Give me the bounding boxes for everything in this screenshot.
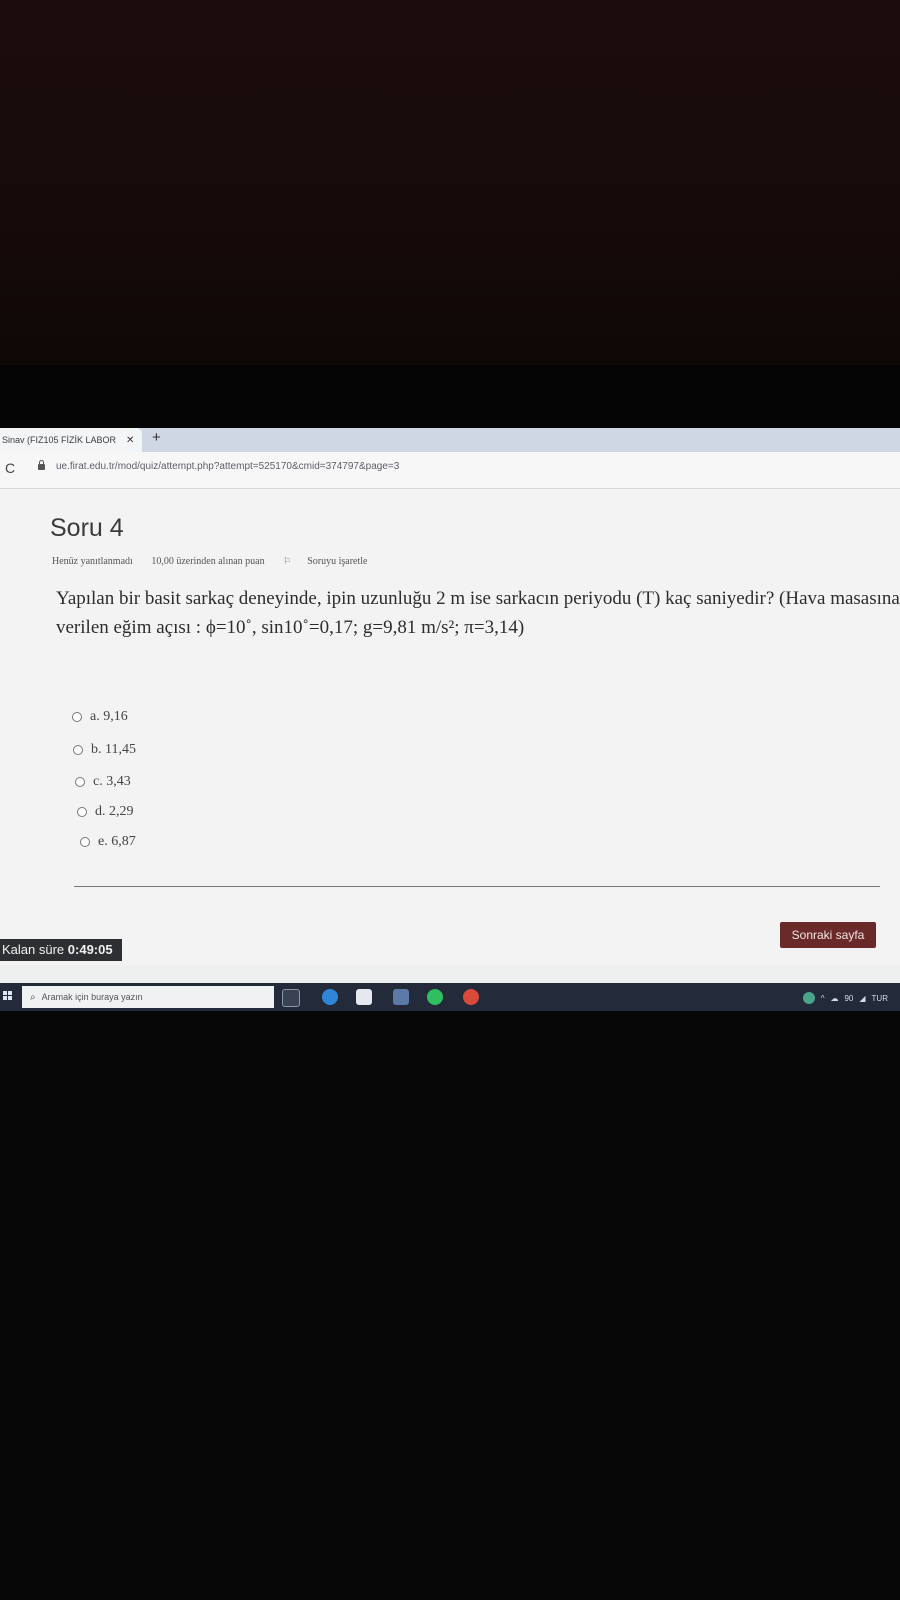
language-indicator[interactable]: TUR — [872, 994, 888, 1003]
question-title: Soru 4 — [50, 514, 124, 542]
new-tab-button[interactable]: + — [152, 429, 161, 446]
answer-option-label: e. 6,87 — [98, 834, 136, 849]
file-explorer-icon[interactable] — [393, 989, 409, 1005]
answer-option-d[interactable]: d. 2,29 — [77, 804, 134, 820]
edge-icon[interactable] — [322, 989, 338, 1005]
tab-title: Sinav (FIZ105 FİZİK LABOR — [2, 435, 117, 445]
photo-background-bottom — [0, 1011, 900, 1600]
search-placeholder: Aramak için buraya yazın — [41, 992, 143, 1002]
question-text: Yapılan bir basit sarkaç deneyinde, ipin… — [56, 588, 900, 638]
radio-button[interactable] — [72, 712, 82, 722]
taskbar: ⌕ Aramak için buraya yazın ^ ☁ 90 ◢ TUR — [0, 983, 900, 1011]
radio-button[interactable] — [80, 837, 90, 847]
quiz-page: Soru 4 Henüz yanıtlanmadı 10,00 üzerinde… — [0, 489, 900, 965]
close-icon[interactable]: ✕ — [126, 435, 134, 446]
answer-option-b[interactable]: b. 11,45 — [73, 742, 136, 758]
url-field[interactable]: ue.firat.edu.tr/mod/quiz/attempt.php?att… — [56, 461, 399, 472]
answer-option-a[interactable]: a. 9,16 — [72, 709, 128, 725]
divider — [74, 886, 880, 887]
tab-bar: Sinav (FIZ105 FİZİK LABOR ✕ + — [0, 428, 900, 452]
lock-icon — [38, 460, 45, 470]
radio-button[interactable] — [77, 807, 87, 817]
timer-value: 0:49:05 — [67, 942, 113, 957]
flag-question-link[interactable]: ⚐ Soruyu işaretle — [283, 556, 383, 567]
taskbar-search[interactable]: ⌕ Aramak için buraya yazın — [22, 986, 274, 1008]
flag-icon: ⚐ — [283, 556, 292, 566]
monitor-bezel — [0, 365, 900, 430]
screen: Sinav (FIZ105 FİZİK LABOR ✕ + C ue.firat… — [0, 428, 900, 1011]
store-icon[interactable] — [356, 989, 372, 1005]
network-icon[interactable]: ◢ — [859, 994, 865, 1003]
timer-label: Kalan süre — [2, 942, 65, 957]
chevron-up-icon[interactable]: ^ — [821, 994, 825, 1003]
chrome-icon[interactable] — [463, 989, 479, 1005]
spotify-icon[interactable] — [427, 989, 443, 1005]
cloud-icon[interactable]: ☁ — [830, 994, 838, 1003]
photo-background-top — [0, 0, 900, 365]
address-bar: C ue.firat.edu.tr/mod/quiz/attempt.php?a… — [0, 452, 900, 489]
answer-option-c[interactable]: c. 3,43 — [75, 774, 131, 790]
answer-option-e[interactable]: e. 6,87 — [80, 834, 136, 850]
reload-icon[interactable]: C — [5, 460, 15, 476]
question-info: Henüz yanıtlanmadı 10,00 üzerinden alına… — [52, 556, 399, 567]
next-page-button[interactable]: Sonraki sayfa — [780, 922, 876, 948]
answer-option-label: d. 2,29 — [95, 804, 134, 819]
question-points: 10,00 üzerinden alınan puan — [151, 556, 265, 567]
task-view-icon[interactable] — [282, 989, 300, 1007]
flag-question-label: Soruyu işaretle — [307, 556, 368, 567]
windows-start-icon[interactable] — [3, 991, 12, 1000]
answer-option-label: c. 3,43 — [93, 774, 131, 789]
tray-app-icon[interactable] — [802, 992, 815, 1004]
search-icon: ⌕ — [30, 991, 36, 1003]
time-remaining: Kalan süre 0:49:05 — [0, 939, 122, 961]
tray-temp: 90 — [844, 993, 854, 1003]
question-status: Henüz yanıtlanmadı — [52, 556, 133, 567]
browser-tab[interactable]: Sinav (FIZ105 FİZİK LABOR ✕ — [0, 428, 142, 452]
answer-option-label: a. 9,16 — [90, 709, 128, 724]
radio-button[interactable] — [75, 777, 85, 787]
radio-button[interactable] — [73, 745, 83, 755]
answer-option-label: b. 11,45 — [91, 742, 136, 757]
system-tray: ^ ☁ 90 ◢ TUR — [802, 992, 888, 1004]
